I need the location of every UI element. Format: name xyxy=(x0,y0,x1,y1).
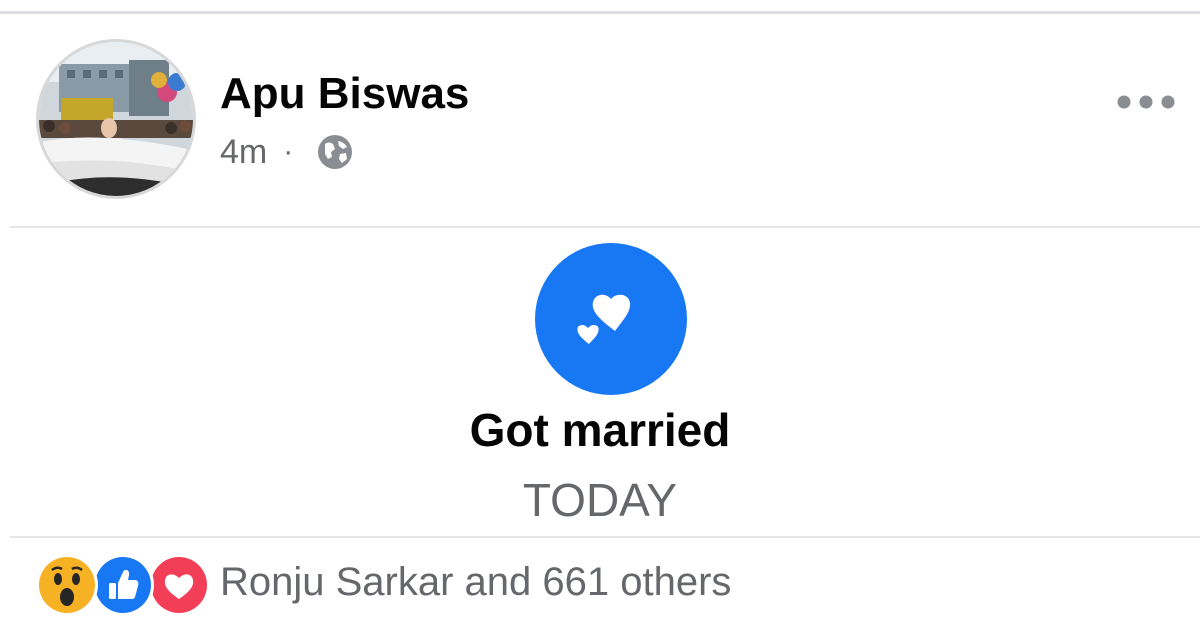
hearts-icon xyxy=(574,294,631,348)
reactions-summary[interactable]: Ronju Sarkar and 661 others xyxy=(36,552,731,616)
post-meta: 4m · xyxy=(220,130,355,174)
life-event-date: TODAY xyxy=(522,474,678,526)
love-reaction-icon xyxy=(148,554,210,616)
more-options-button[interactable] xyxy=(1108,84,1184,120)
reaction-icons xyxy=(36,552,210,616)
meta-separator: · xyxy=(283,135,294,168)
more-horizontal-icon xyxy=(1117,95,1175,109)
header-divider xyxy=(10,226,1200,228)
top-divider xyxy=(0,11,1200,14)
facebook-post: Apu Biswas 4m · Got married TODAY Ronju … xyxy=(0,0,1200,630)
wow-reaction-icon xyxy=(36,554,98,616)
globe-icon[interactable] xyxy=(315,132,355,172)
like-reaction-icon xyxy=(92,554,154,616)
life-event-title: Got married xyxy=(469,404,731,456)
avatar[interactable] xyxy=(36,39,196,199)
post-time[interactable]: 4m xyxy=(220,133,267,172)
author-name[interactable]: Apu Biswas xyxy=(220,66,469,122)
life-event-badge xyxy=(535,243,687,395)
avatar-photo xyxy=(39,42,193,196)
reaction-summary-text[interactable]: Ronju Sarkar and 661 others xyxy=(220,560,731,605)
footer-divider xyxy=(10,536,1200,538)
